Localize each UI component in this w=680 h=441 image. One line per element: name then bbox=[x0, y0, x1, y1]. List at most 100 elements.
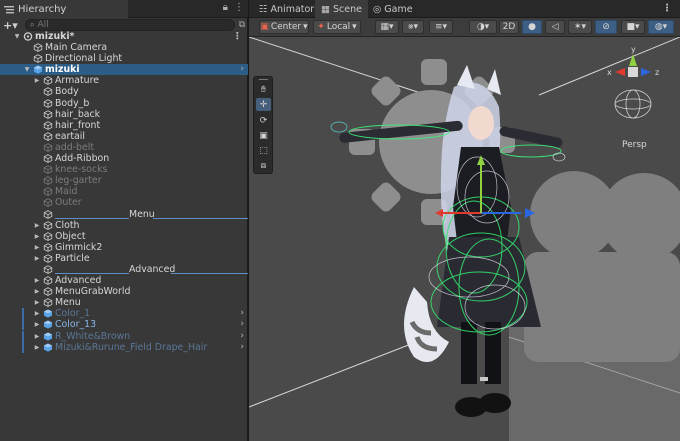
animator-icon: ☷ bbox=[259, 3, 268, 15]
hierarchy-row[interactable]: Body bbox=[0, 86, 248, 97]
toggle-2d-button[interactable]: 2D bbox=[499, 20, 519, 34]
expand-arrow-closed-icon[interactable]: ▶ bbox=[33, 220, 41, 231]
scene-panel: ☷ Animator ▦ Scene ◎ Game ⋮ ▣ Center ▾ ✦… bbox=[249, 0, 680, 441]
expand-arrow-closed-icon[interactable]: ▶ bbox=[33, 319, 41, 330]
hierarchy-row[interactable]: ▶ Color_1 › bbox=[0, 308, 248, 320]
expand-arrow-open-icon[interactable]: ▼ bbox=[23, 64, 31, 75]
hierarchy-search[interactable]: ⌕ bbox=[25, 19, 235, 31]
hierarchy-row[interactable]: ▶ R_White&Brown › bbox=[0, 330, 248, 342]
pivot-mode-dropdown[interactable]: ▣ Center ▾ bbox=[259, 20, 309, 34]
snap-increment-button[interactable]: ⨳▾ bbox=[402, 20, 424, 34]
chevron-down-icon: ▾ bbox=[303, 22, 308, 32]
kebab-menu-icon[interactable]: ⋮ bbox=[234, 2, 244, 13]
hierarchy-row[interactable]: Body_b bbox=[0, 98, 248, 109]
hierarchy-row[interactable]: leg-garter bbox=[0, 175, 248, 186]
scene-kebab-menu-icon[interactable]: ⋮ bbox=[662, 3, 672, 14]
search-input[interactable] bbox=[37, 20, 198, 30]
expand-arrow-closed-icon[interactable]: ▶ bbox=[33, 286, 41, 297]
tab-game[interactable]: ◎ Game bbox=[367, 0, 419, 18]
expand-arrow-closed-icon[interactable]: ▶ bbox=[33, 231, 41, 242]
hierarchy-row[interactable]: ▼ mizuki* ⋮ bbox=[0, 31, 248, 42]
hierarchy-row[interactable]: Menu bbox=[0, 209, 248, 220]
pivot-rotation-dropdown[interactable]: ✦ Local ▾ bbox=[313, 20, 361, 34]
rotate-tool-icon: ⟳ bbox=[259, 115, 268, 126]
hierarchy-row[interactable]: add-belt bbox=[0, 142, 248, 153]
tab-animator[interactable]: ☷ Animator bbox=[253, 0, 320, 18]
hierarchy-row[interactable]: ▶ Cloth bbox=[0, 220, 248, 231]
gameobject-cube-icon bbox=[33, 43, 43, 53]
scene-kebab-menu-icon[interactable]: ⋮ bbox=[233, 31, 242, 42]
pivot-rotation-label: Local bbox=[326, 22, 351, 32]
lighting-toggle-button[interactable]: ● bbox=[522, 20, 542, 34]
scene-visibility-button[interactable]: ⊘ bbox=[595, 20, 617, 34]
hierarchy-row[interactable]: ▶ Particle bbox=[0, 253, 248, 264]
tab-scene[interactable]: ▦ Scene bbox=[315, 0, 368, 18]
hierarchy-row[interactable]: Maid bbox=[0, 186, 248, 197]
hierarchy-row[interactable]: ▶ Object bbox=[0, 231, 248, 242]
hierarchy-row[interactable]: knee-socks bbox=[0, 164, 248, 175]
hierarchy-row[interactable]: ▶ Mizuki&Rurune_Field Drape_Hair › bbox=[0, 341, 248, 353]
tab-scene-label: Scene bbox=[332, 3, 362, 15]
hierarchy-row[interactable]: ▶ Armature bbox=[0, 75, 248, 86]
hand-tool[interactable]: ✋︎ bbox=[256, 83, 271, 96]
hierarchy-row[interactable]: ▶ Menu bbox=[0, 297, 248, 308]
expand-arrow-open-icon[interactable]: ▼ bbox=[13, 31, 21, 42]
chevron-right-icon[interactable]: › bbox=[240, 331, 244, 342]
expand-arrow-closed-icon[interactable]: ▶ bbox=[33, 253, 41, 264]
hierarchy-row[interactable]: ▶ MenuGrabWorld bbox=[0, 286, 248, 297]
hierarchy-row[interactable]: Main Camera bbox=[0, 42, 248, 53]
rotate-tool[interactable]: ⟳ bbox=[256, 114, 271, 127]
expand-arrow-closed-icon[interactable]: ▶ bbox=[33, 331, 41, 342]
scene-viewport[interactable]: ✋︎ ✛ ⟳ ▣ ⬚ ⧈ y x z Persp bbox=[249, 37, 680, 441]
chevron-right-icon[interactable]: › bbox=[240, 64, 244, 75]
hierarchy-row[interactable]: eartail bbox=[0, 131, 248, 142]
chevron-right-icon[interactable]: › bbox=[240, 342, 244, 353]
add-object-button[interactable]: +▾ bbox=[3, 19, 21, 32]
expand-arrow-closed-icon[interactable]: ▶ bbox=[33, 297, 41, 308]
hierarchy-row[interactable]: ▶ Color_13 › bbox=[0, 319, 248, 331]
hierarchy-row[interactable]: hair_back bbox=[0, 109, 248, 120]
expand-arrow-closed-icon[interactable]: ▶ bbox=[33, 342, 41, 353]
hierarchy-row[interactable]: Add-Ribbon bbox=[0, 153, 248, 164]
move-tool[interactable]: ✛ bbox=[256, 98, 271, 111]
shading-mode-button[interactable]: ◑▾ bbox=[469, 20, 497, 34]
prefab-cube-icon bbox=[43, 331, 53, 341]
hierarchy-row[interactable]: ▶ Gimmick2 bbox=[0, 242, 248, 253]
y-axis-cone[interactable] bbox=[629, 54, 637, 66]
expand-arrow-closed-icon[interactable]: ▶ bbox=[33, 308, 41, 319]
hierarchy-row[interactable]: Outer bbox=[0, 197, 248, 208]
x-axis-cone[interactable] bbox=[615, 68, 625, 76]
chevron-right-icon[interactable]: › bbox=[240, 308, 244, 319]
orientation-gizmo[interactable]: y x z bbox=[601, 42, 671, 122]
hierarchy-tab[interactable]: Hierarchy bbox=[0, 0, 128, 18]
increment-snap-button[interactable]: ≡▾ bbox=[429, 20, 453, 34]
rect-tool[interactable]: ⬚ bbox=[256, 144, 271, 157]
projection-label[interactable]: Persp bbox=[622, 140, 647, 150]
expand-arrow-closed-icon[interactable]: ▶ bbox=[33, 275, 41, 286]
hierarchy-row[interactable]: ▶ Advanced bbox=[0, 275, 248, 286]
lock-icon[interactable]: 🔒︎ bbox=[223, 2, 228, 13]
chevron-right-icon[interactable]: › bbox=[240, 319, 244, 330]
gizmos-button[interactable]: ◍▾ bbox=[648, 20, 674, 34]
hierarchy-row[interactable]: hair_front bbox=[0, 120, 248, 131]
effects-toggle-button[interactable]: ✶▾ bbox=[568, 20, 592, 34]
gameobject-cube-icon bbox=[43, 176, 53, 186]
hierarchy-row[interactable]: Directional Light bbox=[0, 53, 248, 64]
camera-settings-button[interactable]: ■▾ bbox=[621, 20, 645, 34]
expand-arrow-closed-icon[interactable]: ▶ bbox=[33, 75, 41, 86]
z-axis-cone[interactable] bbox=[641, 68, 651, 76]
transform-tool[interactable]: ⧈ bbox=[256, 159, 271, 172]
hierarchy-item-label: mizuki* bbox=[35, 31, 75, 42]
center-cube[interactable] bbox=[628, 67, 638, 77]
filter-icon[interactable]: ⧉ bbox=[239, 20, 245, 30]
hidden-eye-icon: ⊘ bbox=[602, 22, 610, 32]
scene-toolbar: ▣ Center ▾ ✦ Local ▾ ▦▾ ⨳▾ ≡▾ ◑▾ 2D ● ◁ … bbox=[249, 18, 680, 37]
expand-arrow-closed-icon[interactable]: ▶ bbox=[33, 242, 41, 253]
hierarchy-row[interactable]: ▼ mizuki › bbox=[0, 64, 248, 76]
audio-toggle-button[interactable]: ◁ bbox=[545, 20, 565, 34]
scale-tool[interactable]: ▣ bbox=[256, 129, 271, 142]
grid-snap-button[interactable]: ▦▾ bbox=[375, 20, 399, 34]
palette-grip[interactable] bbox=[259, 79, 268, 80]
gameobject-cube-icon bbox=[43, 109, 53, 119]
hierarchy-row[interactable]: Advanced bbox=[0, 264, 248, 275]
